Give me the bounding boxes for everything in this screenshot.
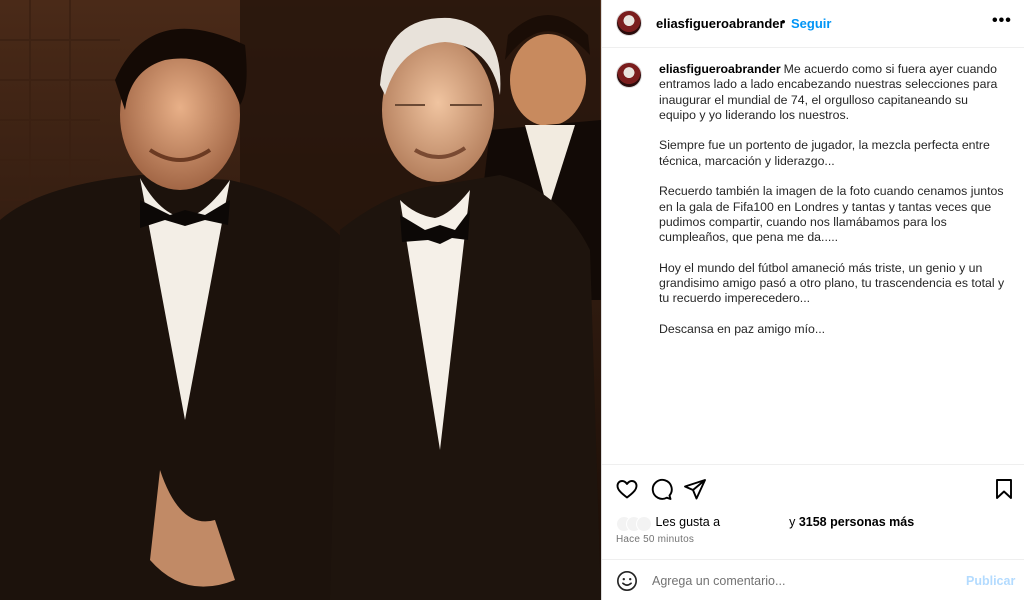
caption-paragraph: Hoy el mundo del fútbol amaneció más tri… — [659, 260, 1005, 306]
likes-count[interactable]: 3158 personas más — [799, 515, 914, 529]
caption-paragraph: Descansa en paz amigo mío... — [659, 322, 826, 337]
separator-dot: • — [781, 14, 786, 29]
heart-icon[interactable] — [615, 477, 639, 501]
photo-image — [0, 0, 601, 600]
share-icon[interactable] — [683, 477, 707, 501]
post-side-panel: eliasfigueroabrander • Seguir ••• eliasf… — [601, 0, 1024, 600]
comment-icon[interactable] — [649, 477, 673, 501]
instagram-post-view: eliasfigueroabrander • Seguir ••• eliasf… — [0, 0, 1024, 600]
caption-paragraph: Siempre fue un portento de jugador, la m… — [659, 138, 990, 168]
caption-text: eliasfigueroabrander Me acuerdo como si f… — [659, 62, 1005, 353]
follow-button[interactable]: Seguir — [791, 16, 831, 31]
comment-box: Publicar — [602, 559, 1024, 602]
emoji-icon[interactable] — [616, 570, 638, 592]
caption-username[interactable]: eliasfigueroabrander — [659, 62, 781, 76]
caption-paragraph: eliasfigueroabrander Me acuerdo como si f… — [659, 62, 1005, 123]
post-header: eliasfigueroabrander • Seguir ••• — [602, 0, 1024, 48]
liker-avatars — [616, 515, 652, 532]
post-actions: Les gusta a y 3158 personas más Hace 50 … — [602, 464, 1024, 601]
more-options-icon[interactable]: ••• — [992, 12, 1012, 30]
avatar[interactable] — [616, 10, 642, 36]
caption-avatar[interactable] — [616, 62, 642, 88]
post-photo[interactable] — [0, 0, 601, 600]
comment-input[interactable] — [650, 570, 954, 592]
likes-conjunction: y — [789, 515, 796, 529]
caption-paragraph: Recuerdo también la imagen de la foto cu… — [659, 184, 1004, 245]
bookmark-icon[interactable] — [993, 477, 1015, 501]
publish-button[interactable]: Publicar — [966, 574, 1015, 588]
username-link[interactable]: eliasfigueroabrander — [656, 16, 785, 31]
post-timestamp[interactable]: Hace 50 minutos — [616, 534, 694, 545]
likes-summary[interactable]: Les gusta a y 3158 personas más — [616, 515, 1016, 532]
likes-prefix: Les gusta a — [655, 515, 721, 529]
